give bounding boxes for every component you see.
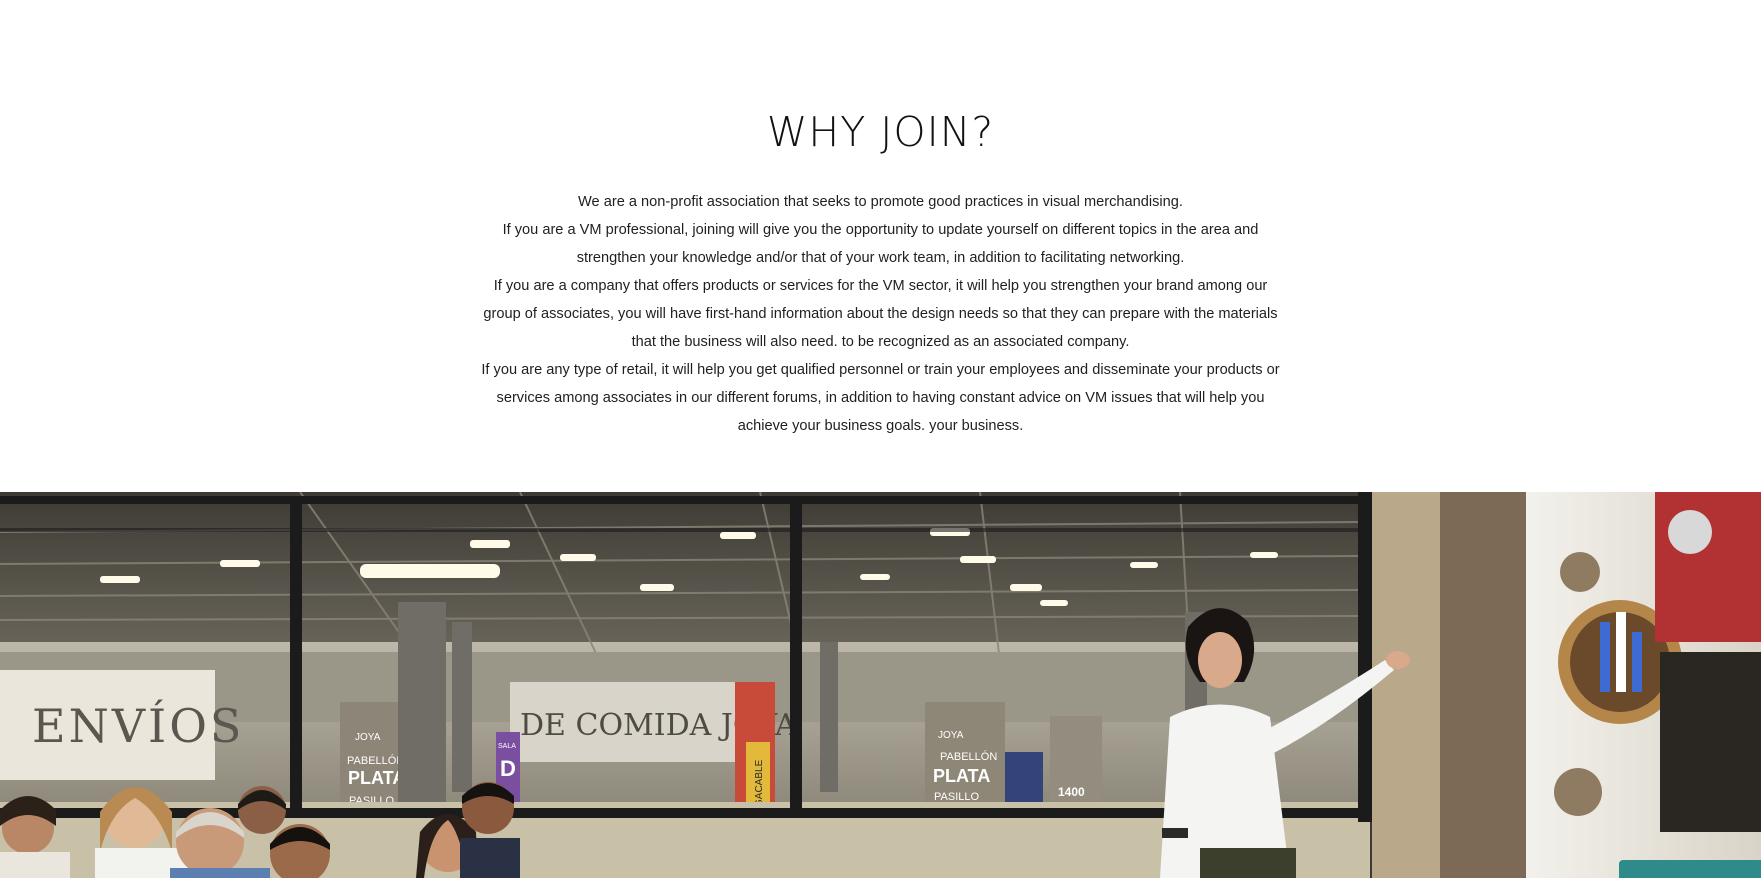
section-body: We are a non-profit association that see… <box>480 188 1281 440</box>
joya-text-center: JOYA <box>938 730 964 741</box>
body-paragraph: If you are any type of retail, it will h… <box>481 362 1280 434</box>
body-paragraph: We are a non-profit association that see… <box>578 194 1183 210</box>
sala-text: SALA <box>498 743 516 750</box>
conference-photo: ENVÍOS DE COMIDA JOYA JOYA PABELLÓN PLAT… <box>0 492 1761 878</box>
wood-pillar <box>1372 492 1440 878</box>
body-paragraph: If you are a VM professional, joining wi… <box>502 222 1259 266</box>
body-paragraph: If you are a company that offers product… <box>483 278 1278 350</box>
aisle-text-right: 1400 <box>1058 785 1085 799</box>
conference-scene: ENVÍOS DE COMIDA JOYA JOYA PABELLÓN PLAT… <box>0 492 1761 878</box>
joya-text-left: JOYA <box>355 732 381 743</box>
pabellon-text-center: PABELLÓN <box>940 750 997 763</box>
why-join-section: WHY JOIN? We are a non-profit associatio… <box>0 0 1761 492</box>
section-title: WHY JOIN? <box>766 108 995 156</box>
chat-widget-button[interactable] <box>1619 860 1761 878</box>
sala-letter: D <box>500 756 516 781</box>
plata-text-center: PLATA <box>933 766 990 786</box>
hall-ceiling <box>0 492 1370 662</box>
pasillo-text-center: PASILLO <box>934 791 979 803</box>
pabellon-text-left: PABELLÓN <box>347 754 404 767</box>
wood-door <box>1440 492 1526 878</box>
plata-text-left: PLATA <box>348 768 405 788</box>
envios-text: ENVÍOS <box>32 698 244 753</box>
